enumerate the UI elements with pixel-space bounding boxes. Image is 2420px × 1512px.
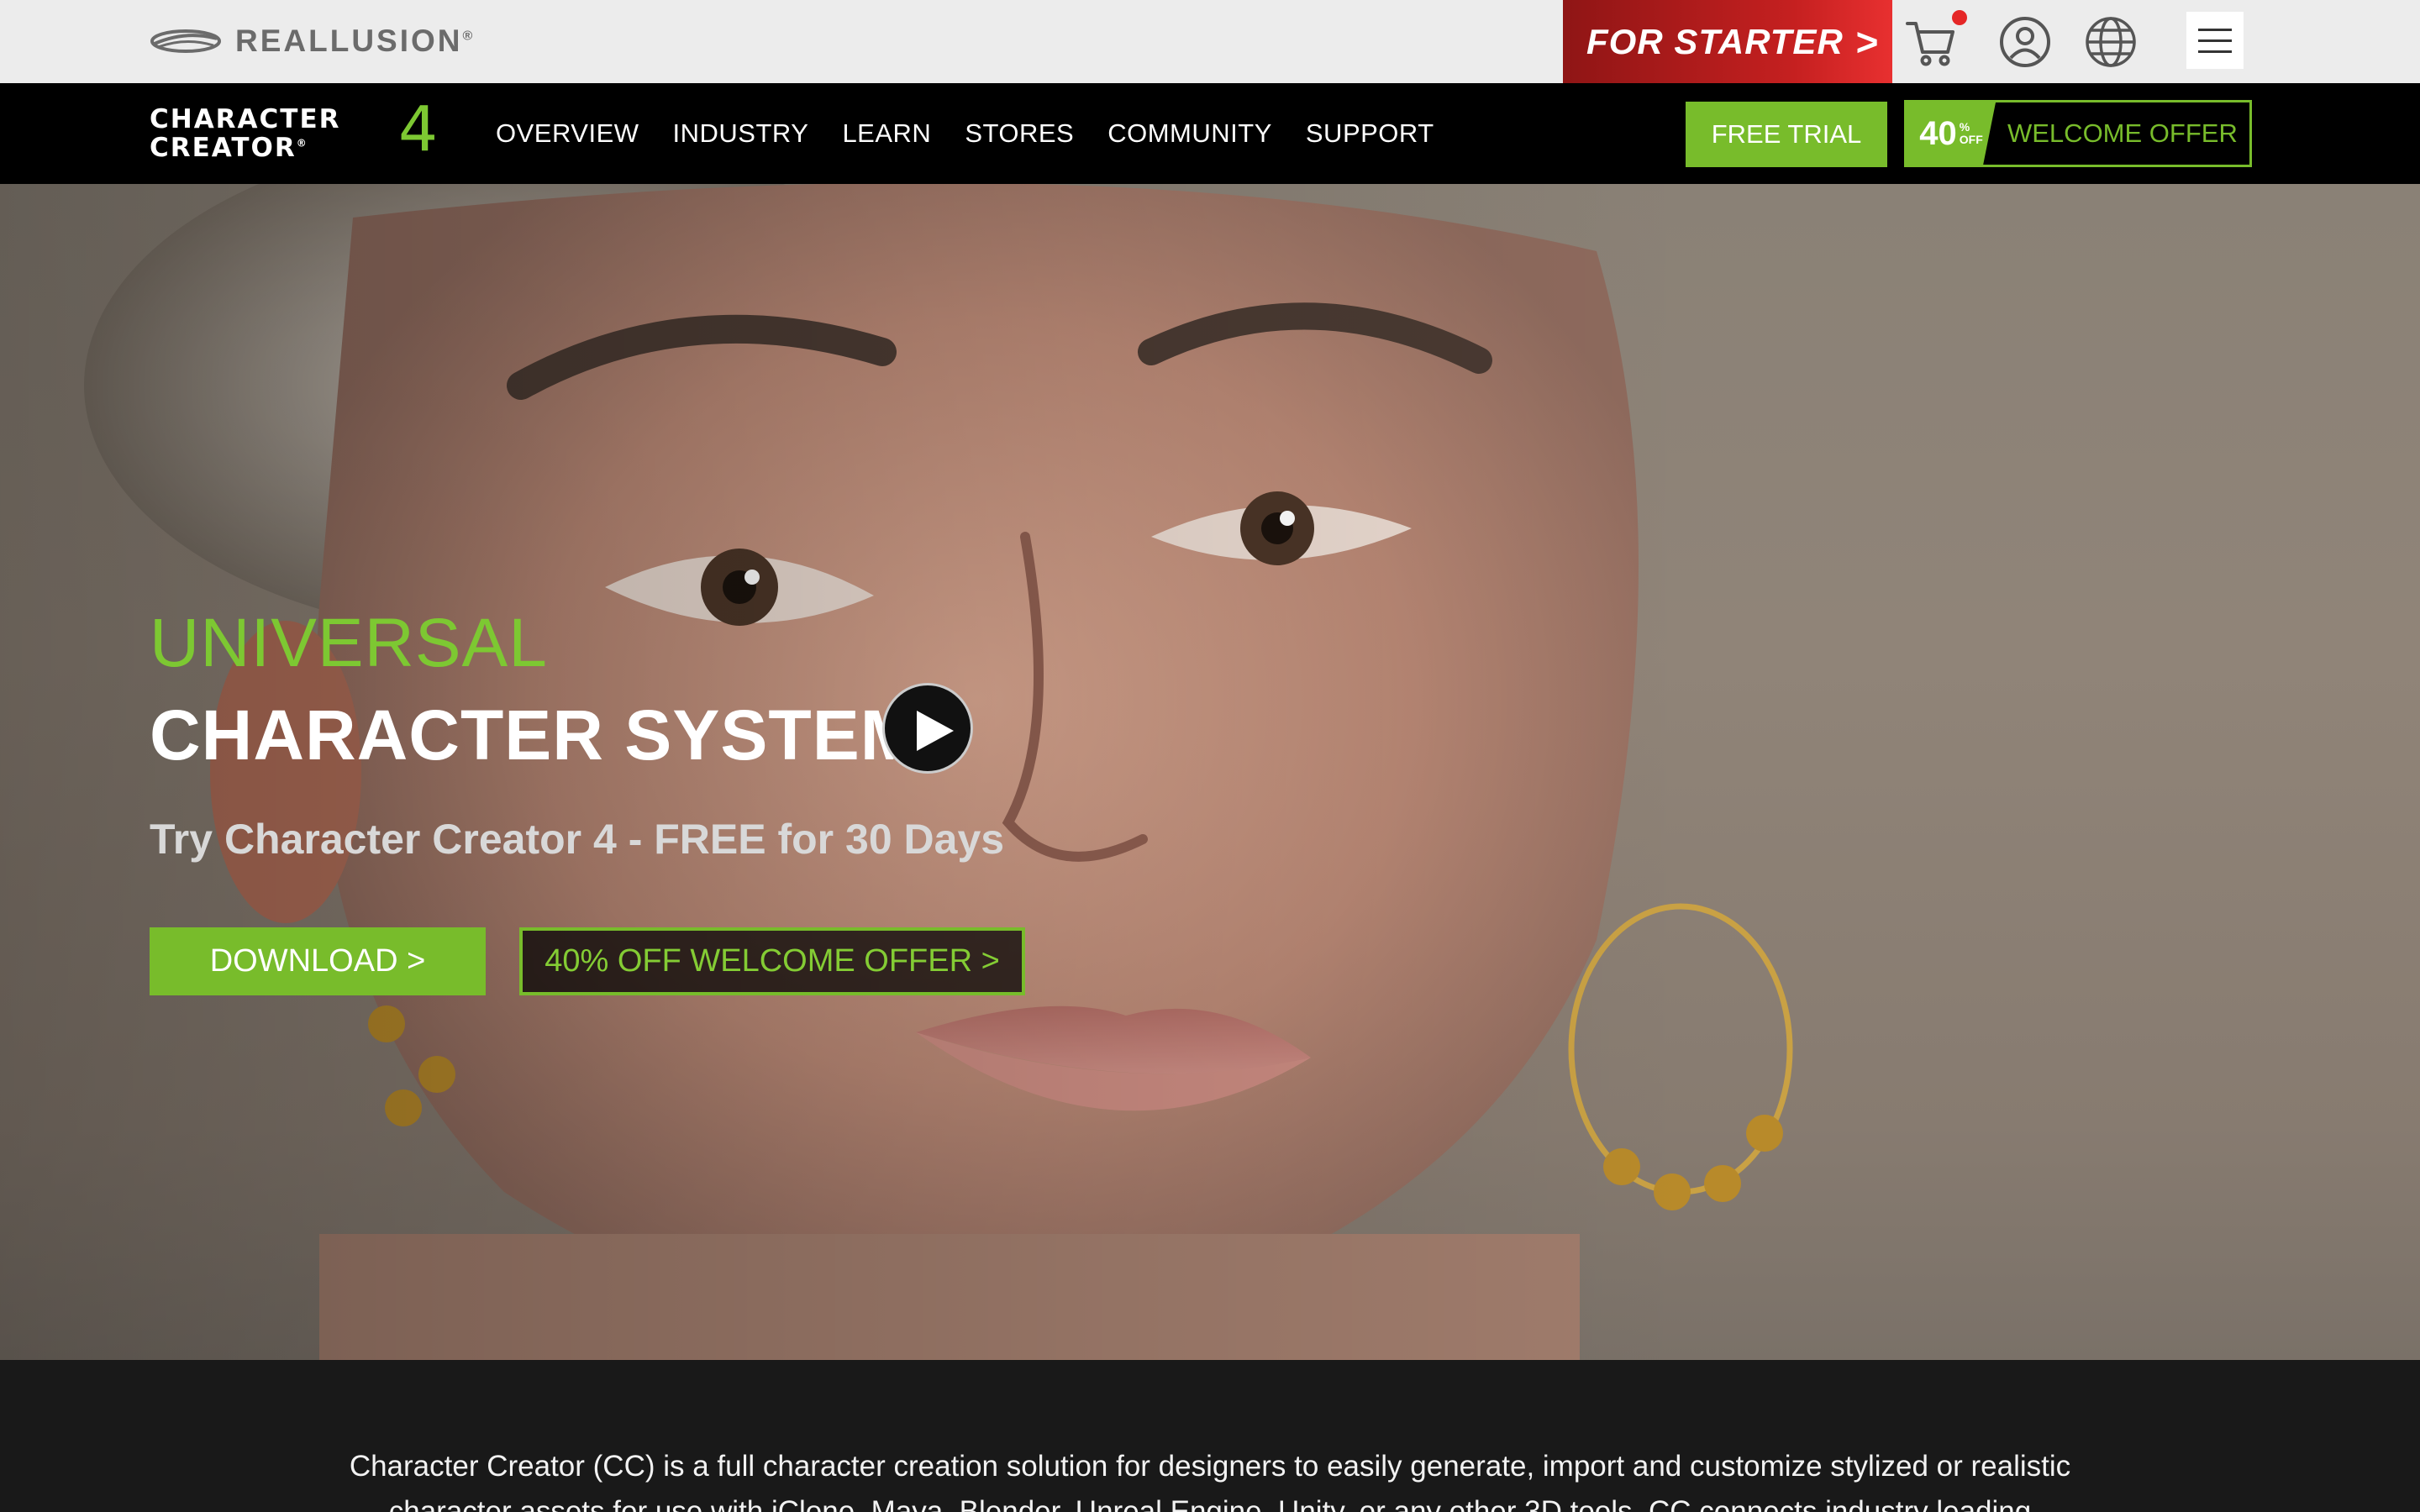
- logo-version-number: 4: [398, 93, 439, 165]
- nav-link-stores[interactable]: STORES: [965, 118, 1074, 149]
- welcome-offer-button[interactable]: 40 % OFF WELCOME OFFER: [1904, 100, 2252, 167]
- reallusion-logo-icon: [150, 29, 221, 53]
- logo-line-2: CREATOR®: [150, 133, 308, 163]
- reallusion-wordmark: REALLUSION®: [235, 24, 473, 58]
- hero-subtitle: Try Character Creator 4 - FREE for 30 Da…: [150, 816, 1005, 863]
- globe-icon[interactable]: [2084, 15, 2138, 69]
- hero-eyebrow: UNIVERSAL: [150, 605, 548, 681]
- menu-line: [2198, 28, 2232, 31]
- nav-link-industry[interactable]: INDUSTRY: [673, 118, 809, 149]
- nav-links: OVERVIEW INDUSTRY LEARN STORES COMMUNITY…: [496, 83, 1434, 184]
- cart-icon[interactable]: [1904, 15, 1958, 69]
- hero-banner: UNIVERSAL CHARACTER SYSTEM Try Character…: [0, 184, 2420, 1360]
- download-button[interactable]: DOWNLOAD >: [150, 927, 486, 995]
- top-utility-bar: REALLUSION® FOR STARTER >: [0, 0, 2420, 83]
- discount-badge-number: 40: [1919, 114, 1957, 152]
- discount-badge-suffix: % OFF: [1959, 120, 1983, 146]
- menu-line: [2198, 50, 2232, 53]
- logo-line-1: CHARACTER: [150, 104, 341, 134]
- welcome-offer-label: WELCOME OFFER: [2007, 118, 2238, 148]
- discount-badge: 40 % OFF: [1907, 102, 1996, 165]
- play-video-button[interactable]: [882, 683, 973, 774]
- menu-icon[interactable]: [2186, 12, 2244, 69]
- hero-title: CHARACTER SYSTEM: [150, 696, 920, 774]
- nav-link-learn[interactable]: LEARN: [842, 118, 931, 149]
- for-starter-label: FOR STARTER: [1586, 21, 1844, 61]
- play-icon: [917, 711, 954, 751]
- free-trial-button[interactable]: FREE TRIAL: [1686, 102, 1887, 167]
- reallusion-logo[interactable]: REALLUSION®: [150, 22, 472, 60]
- for-starter-button[interactable]: FOR STARTER >: [1563, 0, 1892, 83]
- menu-line: [2198, 39, 2232, 42]
- nav-link-community[interactable]: COMMUNITY: [1107, 118, 1272, 149]
- welcome-offer-cta-button[interactable]: 40% OFF WELCOME OFFER >: [519, 927, 1025, 995]
- nav-link-overview[interactable]: OVERVIEW: [496, 118, 639, 149]
- main-navigation: CHARACTER CREATOR® 4 OVERVIEW INDUSTRY L…: [0, 83, 2420, 184]
- intro-paragraph: Character Creator (CC) is a full charact…: [349, 1450, 2071, 1512]
- character-creator-logo[interactable]: CHARACTER CREATOR® 4: [150, 98, 460, 163]
- chevron-right-icon: >: [1854, 19, 1878, 64]
- nav-link-support[interactable]: SUPPORT: [1306, 118, 1434, 149]
- user-icon[interactable]: [1998, 15, 2052, 69]
- cart-notification-dot: [1952, 10, 1967, 25]
- intro-section: Character Creator (CC) is a full charact…: [0, 1360, 2420, 1512]
